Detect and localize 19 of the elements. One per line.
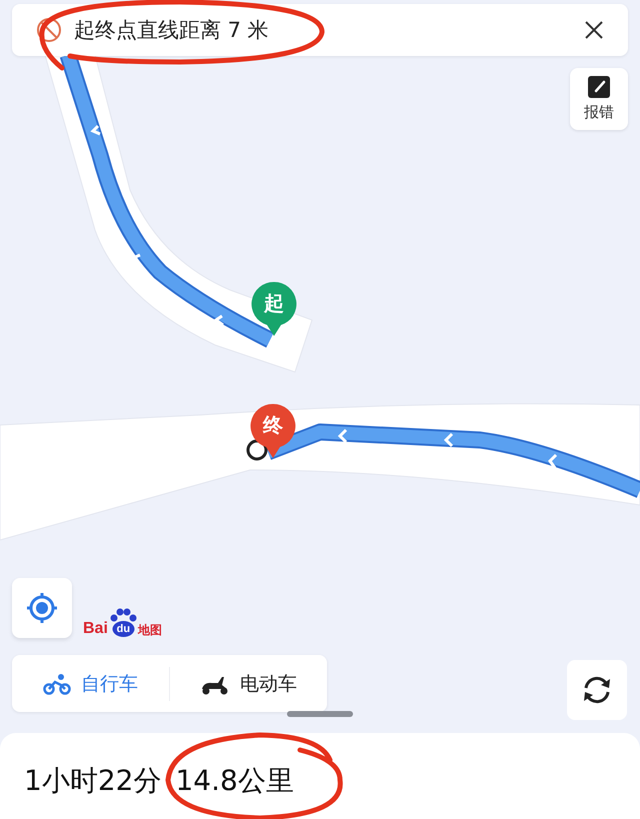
refresh-button[interactable]	[567, 660, 627, 720]
map-marker: 起	[251, 281, 297, 337]
distance-message: 起终点直线距离 7 米	[74, 17, 270, 44]
duration-text: 1小时22分	[24, 763, 162, 799]
prohibited-icon	[36, 17, 62, 43]
locate-icon	[25, 591, 59, 625]
cyclist-icon	[43, 672, 71, 694]
edit-icon	[588, 76, 610, 98]
logo-text: Bai	[83, 620, 108, 638]
mode-tab[interactable]: 电动车	[169, 666, 327, 700]
mode-tab[interactable]: 自行车	[12, 655, 169, 712]
logo-text: 地图	[138, 622, 162, 638]
locate-button[interactable]	[12, 578, 72, 638]
distance-text: 14.8公里	[175, 763, 294, 799]
close-icon[interactable]	[584, 20, 604, 40]
report-button[interactable]: 报错	[570, 68, 628, 130]
paw-logo: du	[108, 608, 138, 638]
map-marker: 终	[250, 403, 296, 459]
drag-handle[interactable]	[287, 711, 353, 717]
